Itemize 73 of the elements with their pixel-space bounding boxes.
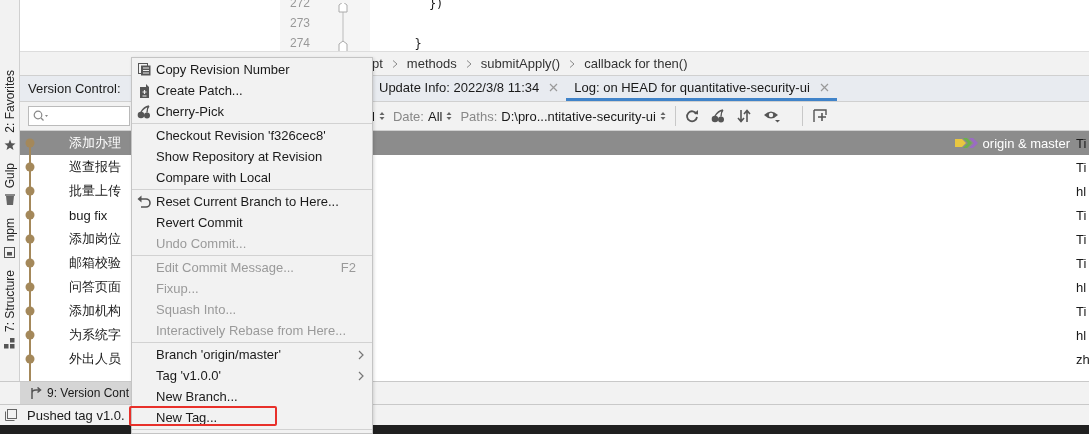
branch-label: origin & master	[982, 135, 1070, 151]
menu-item[interactable]: Revert Commit	[132, 212, 372, 233]
filter-dropdown[interactable]: Paths: D:\pro...ntitative-security-ui	[460, 108, 666, 124]
line-number: 273	[290, 16, 311, 30]
breadcrumb[interactable]: methods	[406, 56, 457, 71]
menu-item[interactable]: Copy Revision Number	[132, 59, 372, 80]
sort-icon[interactable]	[736, 109, 751, 123]
cherry-icon	[137, 104, 151, 119]
undo-icon	[137, 195, 151, 208]
updown-icon	[659, 111, 666, 121]
menu-item[interactable]: Cherry-Pick	[132, 101, 372, 122]
eye-icon[interactable]	[762, 109, 781, 123]
commit-message[interactable]: 批量上传	[69, 182, 121, 200]
commit-author: Ti	[1076, 231, 1088, 247]
commit-author: hl	[1076, 183, 1088, 199]
status-toggle-icon[interactable]	[5, 409, 17, 421]
commit-message[interactable]: 添加岗位	[69, 230, 121, 248]
line-number: 274	[290, 36, 311, 50]
vcs-icon	[30, 387, 42, 399]
updown-icon	[446, 111, 453, 121]
filter-dropdown[interactable]: Date: All	[392, 108, 453, 124]
commit-author: Ti	[1076, 135, 1088, 151]
commit-author: Ti	[1076, 303, 1088, 319]
commit-message[interactable]: 问答页面	[69, 278, 121, 296]
filter-dropdown[interactable]: l	[372, 108, 385, 124]
tool-window-button[interactable]: Gulp	[2, 162, 17, 207]
commit-message[interactable]: 外出人员	[69, 350, 121, 368]
refresh-icon[interactable]	[684, 109, 699, 123]
cherry-icon[interactable]	[710, 109, 725, 123]
commit-author: Ti	[1076, 255, 1088, 271]
menu-item[interactable]: Branch 'origin/master'	[132, 344, 372, 365]
add-pane-icon[interactable]	[811, 109, 828, 123]
commit-message[interactable]: bug fix	[69, 207, 108, 223]
status-message: Pushed tag v1.0.	[27, 407, 125, 423]
menu-item[interactable]: Show Repository at Revision	[132, 146, 372, 167]
menu-item[interactable]: Compare with Local	[132, 167, 372, 188]
commit-message[interactable]: 为系统字	[69, 326, 121, 344]
chevron-icon	[569, 59, 576, 68]
copy-icon	[137, 63, 151, 76]
tool-window-button[interactable]: 7: Structure	[2, 270, 17, 350]
cup-icon	[4, 194, 15, 207]
tool-window-title: Version Control:	[28, 81, 121, 96]
commit-author: hl	[1076, 279, 1088, 295]
menu-item[interactable]: New Tag...	[132, 407, 372, 428]
chevron-icon	[391, 59, 398, 68]
breadcrumb[interactable]: submitApply()	[480, 56, 561, 71]
breadcrumb[interactable]: callback for then()	[584, 56, 688, 71]
menu-item[interactable]: Checkout Revision 'f326cec8'	[132, 125, 372, 146]
search-icon	[33, 110, 49, 122]
commit-message[interactable]: 巡查报告	[69, 158, 121, 176]
breadcrumb[interactable]: pt	[372, 56, 383, 71]
updown-icon	[378, 111, 385, 121]
code-line: }	[413, 37, 422, 51]
star-icon	[3, 138, 16, 151]
panel-icon	[4, 247, 15, 259]
tag-icon	[954, 137, 981, 149]
commit-author: Ti	[1076, 207, 1088, 223]
commit-message[interactable]: 添加机构	[69, 302, 121, 320]
tab[interactable]: Log: on HEAD for quantitative-security-ui	[566, 76, 837, 101]
chevron-icon	[465, 59, 472, 68]
search-field[interactable]	[28, 106, 130, 126]
patch-icon	[138, 83, 150, 98]
tool-window-button[interactable]: 2: Favorites	[2, 70, 17, 151]
menu-item[interactable]: Reset Current Branch to Here...	[132, 191, 372, 212]
commit-author: zh	[1076, 351, 1089, 367]
structure-icon	[4, 338, 15, 350]
menu-item[interactable]: Create Patch...	[132, 80, 372, 101]
commit-message[interactable]: 邮箱校验	[69, 254, 121, 272]
graph-line	[29, 371, 31, 381]
commit-author: Ti	[1076, 159, 1088, 175]
commit-author: hl	[1076, 327, 1088, 343]
tool-window-button[interactable]: npm	[2, 218, 17, 259]
tab[interactable]: Update Info: 2022/3/8 11:34	[371, 76, 567, 101]
